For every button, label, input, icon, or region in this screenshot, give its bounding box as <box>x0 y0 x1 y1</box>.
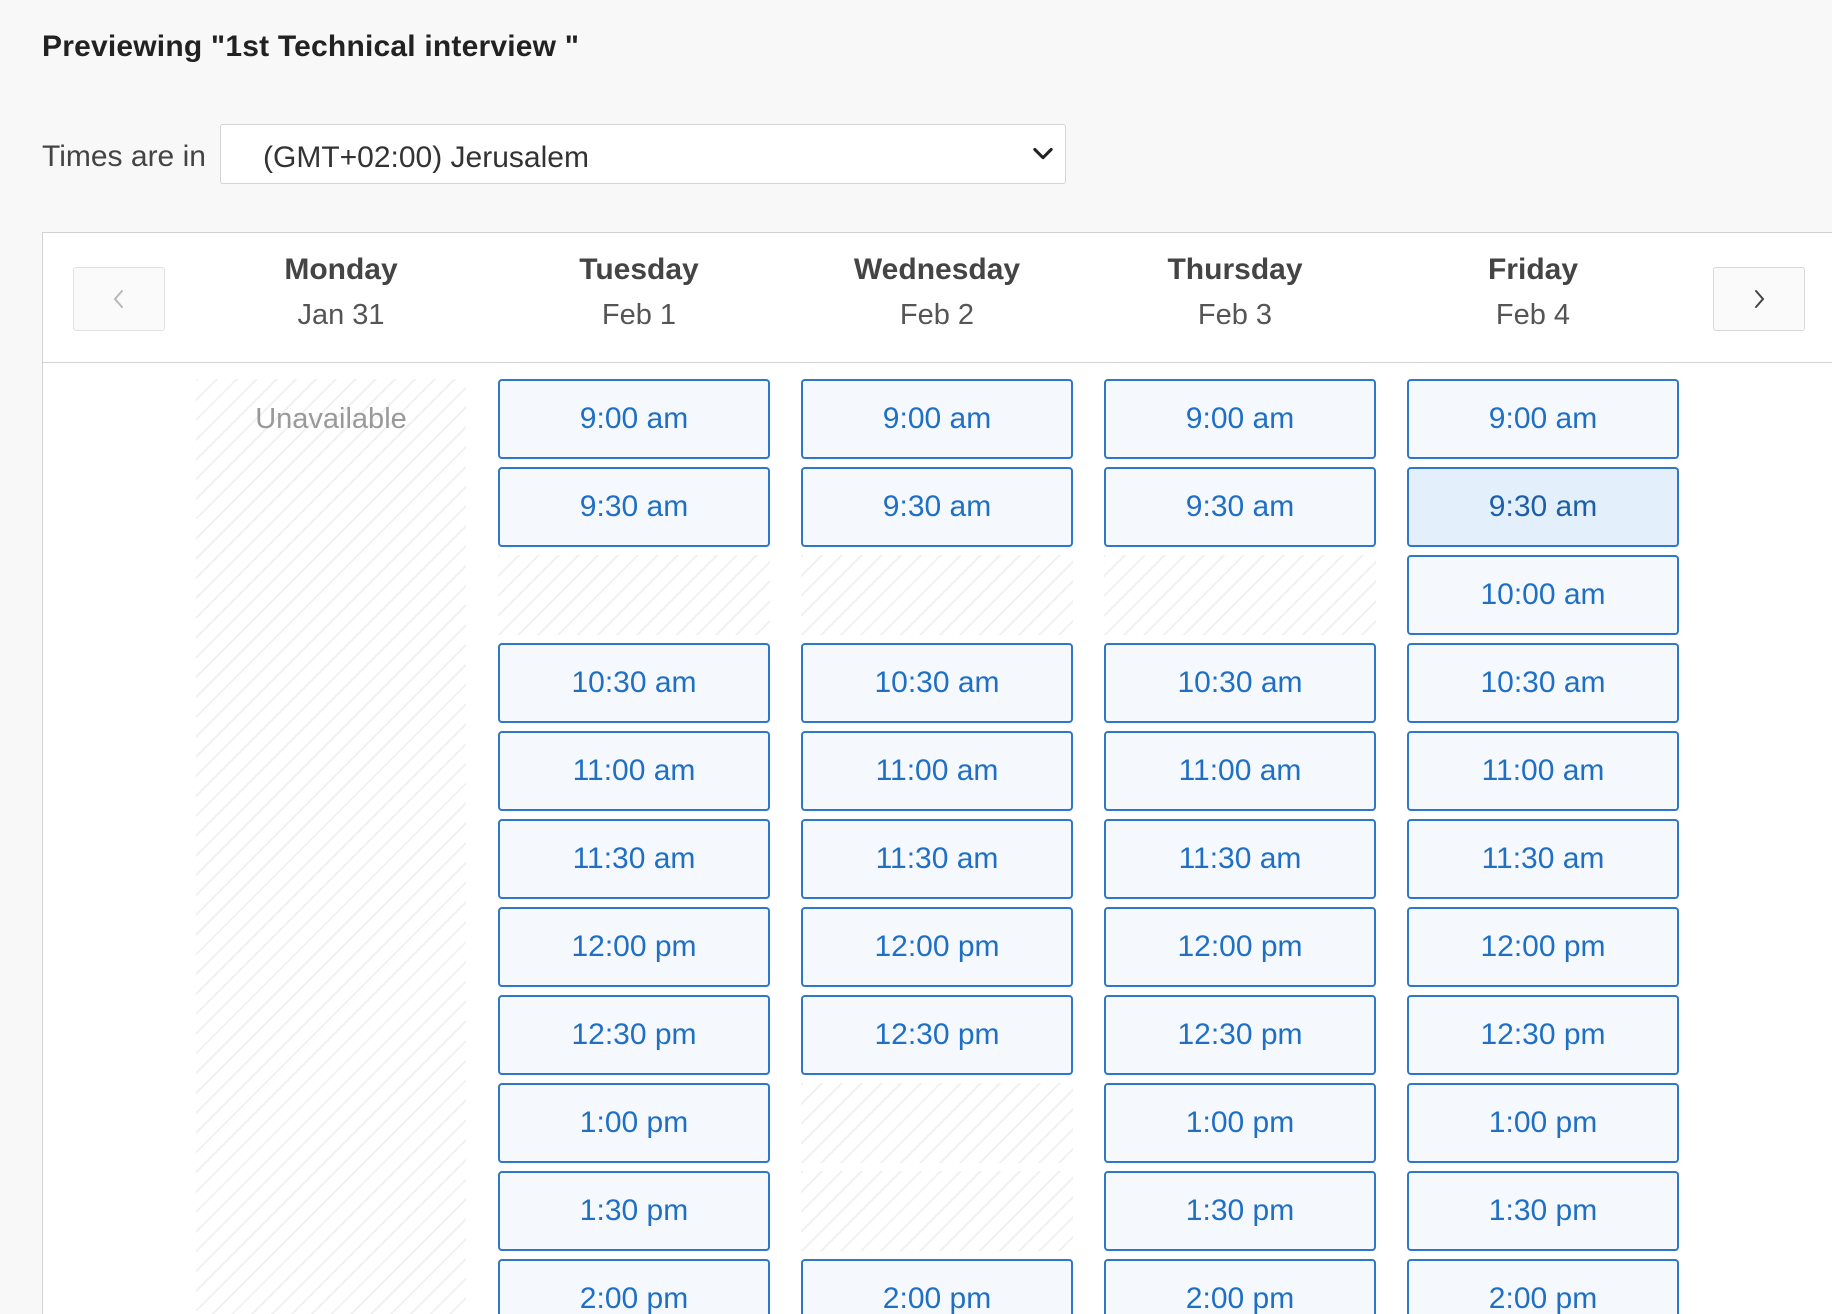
time-slot-button[interactable]: 2:00 pm <box>498 1259 770 1314</box>
unavailable-label: Unavailable <box>255 403 407 435</box>
time-slot-button[interactable]: 12:30 pm <box>498 995 770 1075</box>
time-slot-button[interactable]: 9:30 am <box>801 467 1073 547</box>
day-name: Monday <box>284 253 398 286</box>
time-slot-button[interactable]: 1:00 pm <box>1407 1083 1679 1163</box>
page-title: Previewing "1st Technical interview " <box>42 30 580 63</box>
time-slot-button[interactable]: 1:30 pm <box>498 1171 770 1251</box>
day-name: Wednesday <box>853 253 1021 286</box>
time-slot-button[interactable]: 11:30 am <box>498 819 770 899</box>
next-week-button[interactable] <box>1713 267 1805 331</box>
calendar-header: Monday Jan 31 Tuesday Feb 1 Wednesday Fe… <box>43 233 1832 363</box>
chevron-left-icon <box>113 290 123 308</box>
unavailable-slot <box>498 555 770 635</box>
time-slot-button[interactable]: 12:00 pm <box>1407 907 1679 987</box>
time-slot-button[interactable]: 1:00 pm <box>1104 1083 1376 1163</box>
time-slot-button[interactable]: 9:30 am <box>1407 467 1679 547</box>
day-date: Feb 1 <box>601 299 677 331</box>
time-slot-button[interactable]: 11:30 am <box>1104 819 1376 899</box>
time-slot-button[interactable]: 1:30 pm <box>1407 1171 1679 1251</box>
unavailable-slot <box>1104 555 1376 635</box>
time-slot-button[interactable]: 9:00 am <box>1104 379 1376 459</box>
day-date: Feb 2 <box>899 299 975 331</box>
time-slot-button[interactable]: 11:00 am <box>1407 731 1679 811</box>
time-slot-button[interactable]: 10:30 am <box>1407 643 1679 723</box>
time-slot-button[interactable]: 9:30 am <box>498 467 770 547</box>
day-header-tuesday: Tuesday Feb 1 <box>504 253 774 332</box>
time-slot-button[interactable]: 11:30 am <box>801 819 1073 899</box>
time-slot-button[interactable]: 10:30 am <box>801 643 1073 723</box>
day-name: Tuesday <box>579 253 699 286</box>
time-slot-button[interactable]: 12:00 pm <box>1104 907 1376 987</box>
time-slot-button[interactable]: 10:00 am <box>1407 555 1679 635</box>
prev-week-button[interactable] <box>73 267 165 331</box>
time-slot-button[interactable]: 12:00 pm <box>498 907 770 987</box>
day-date: Feb 4 <box>1495 299 1571 331</box>
time-slot-button[interactable]: 2:00 pm <box>1104 1259 1376 1314</box>
time-slot-button[interactable]: 9:00 am <box>801 379 1073 459</box>
day-header-monday: Monday Jan 31 <box>206 253 476 332</box>
time-slot-button[interactable]: 9:30 am <box>1104 467 1376 547</box>
timezone-select[interactable]: (GMT+02:00) Jerusalem <box>220 124 1066 184</box>
day-name: Thursday <box>1167 253 1303 286</box>
time-slot-button[interactable]: 12:30 pm <box>1407 995 1679 1075</box>
time-slot-button[interactable]: 12:30 pm <box>1104 995 1376 1075</box>
day-header-thursday: Thursday Feb 3 <box>1100 253 1370 332</box>
timezone-select-value: (GMT+02:00) Jerusalem <box>263 141 589 174</box>
time-slot-button[interactable]: 10:30 am <box>1104 643 1376 723</box>
time-slot-button[interactable]: 12:30 pm <box>801 995 1073 1075</box>
time-slot-button[interactable]: 11:00 am <box>498 731 770 811</box>
time-slot-button[interactable]: 11:00 am <box>1104 731 1376 811</box>
time-slot-button[interactable]: 1:30 pm <box>1104 1171 1376 1251</box>
unavailable-slot <box>801 1171 1073 1251</box>
time-slot-button[interactable]: 12:00 pm <box>801 907 1073 987</box>
time-slot-button[interactable]: 2:00 pm <box>1407 1259 1679 1314</box>
chevron-right-icon <box>1755 290 1765 308</box>
calendar: Monday Jan 31 Tuesday Feb 1 Wednesday Fe… <box>42 232 1832 1314</box>
time-slot-button[interactable]: 11:30 am <box>1407 819 1679 899</box>
unavailable-column-monday <box>196 379 466 1314</box>
time-slot-button[interactable]: 9:00 am <box>1407 379 1679 459</box>
unavailable-slot <box>801 555 1073 635</box>
timezone-label: Times are in <box>42 140 206 173</box>
day-name: Friday <box>1487 253 1579 286</box>
time-slot-button[interactable]: 10:30 am <box>498 643 770 723</box>
time-slot-button[interactable]: 9:00 am <box>498 379 770 459</box>
time-slot-button[interactable]: 1:00 pm <box>498 1083 770 1163</box>
unavailable-slot <box>801 1083 1073 1163</box>
time-slot-button[interactable]: 2:00 pm <box>801 1259 1073 1314</box>
time-slot-button[interactable]: 11:00 am <box>801 731 1073 811</box>
day-date: Jan 31 <box>297 299 385 331</box>
chevron-down-icon <box>1033 147 1053 160</box>
day-header-wednesday: Wednesday Feb 2 <box>802 253 1072 332</box>
day-date: Feb 3 <box>1197 299 1273 331</box>
day-header-friday: Friday Feb 4 <box>1398 253 1668 332</box>
